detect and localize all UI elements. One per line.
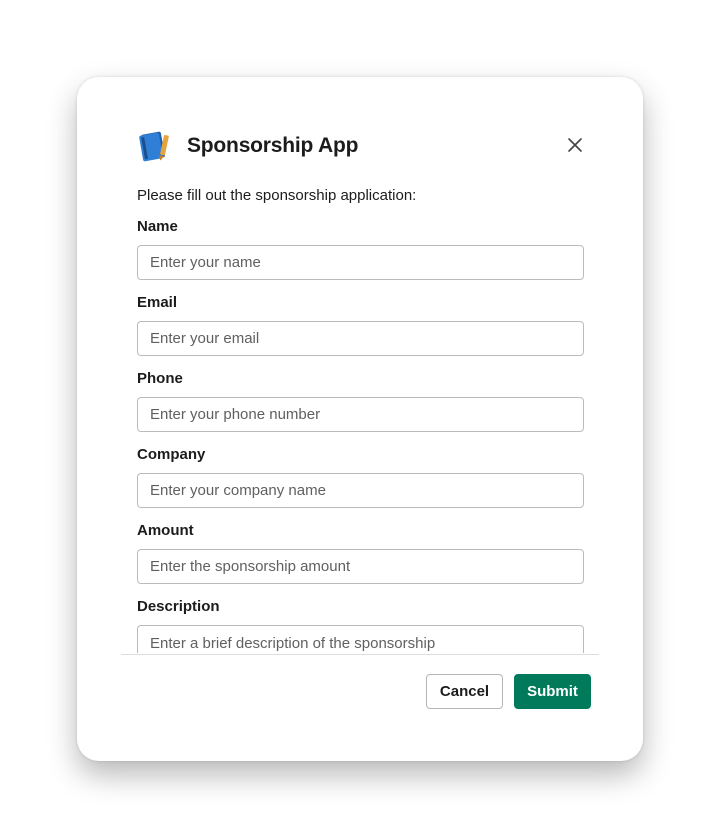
close-button[interactable] [561, 133, 589, 161]
modal-title: Sponsorship App [187, 134, 359, 157]
name-field-group: Name [137, 217, 584, 280]
amount-field-group: Amount [137, 521, 584, 584]
company-input[interactable] [137, 473, 584, 508]
submit-button[interactable]: Submit [514, 674, 591, 709]
amount-input[interactable] [137, 549, 584, 584]
modal-body: Please fill out the sponsorship applicat… [137, 185, 584, 653]
phone-label: Phone [137, 370, 183, 387]
amount-label: Amount [137, 522, 194, 539]
cancel-button[interactable]: Cancel [426, 674, 503, 709]
email-label: Email [137, 294, 178, 311]
notebook-pencil-icon [137, 129, 171, 163]
name-input[interactable] [137, 245, 584, 280]
close-icon [567, 137, 583, 158]
email-field-group: Email [137, 293, 584, 356]
description-textarea[interactable] [137, 625, 584, 653]
form-intro: Please fill out the sponsorship applicat… [137, 187, 417, 204]
description-field-group: Description [137, 597, 584, 653]
modal-header: Sponsorship App [137, 129, 358, 163]
description-label: Description [137, 598, 220, 615]
footer-divider [121, 654, 599, 655]
name-label: Name [137, 218, 178, 235]
phone-input[interactable] [137, 397, 584, 432]
phone-field-group: Phone [137, 369, 584, 432]
sponsorship-modal: Sponsorship App Please fill out the spon… [77, 77, 643, 761]
company-field-group: Company [137, 445, 584, 508]
company-label: Company [137, 446, 206, 463]
email-input[interactable] [137, 321, 584, 356]
